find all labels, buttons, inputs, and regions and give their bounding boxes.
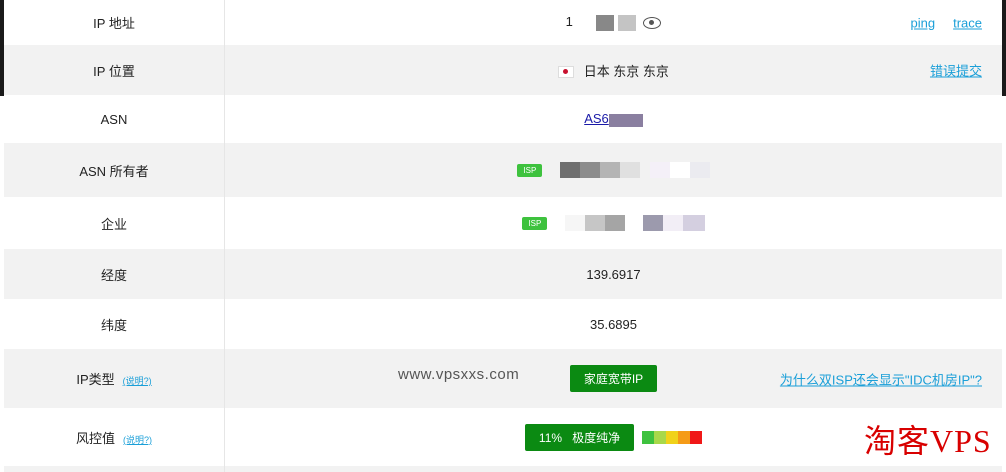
- redacted-block: [596, 14, 615, 31]
- isp-tag: ISP: [522, 216, 548, 230]
- row-asn-owner: ASN 所有者 ISP: [4, 143, 1002, 197]
- redacted-block: [584, 215, 605, 232]
- redacted-block: [642, 215, 663, 232]
- redacted-block: [689, 162, 710, 179]
- redacted-block: [579, 162, 600, 179]
- trace-link[interactable]: trace: [953, 15, 982, 30]
- ip-type-help-link[interactable]: (说明?): [123, 376, 152, 386]
- ip-type-cell: 家庭宽带IP 为什么双ISP还会显示"IDC机房IP"?: [225, 349, 1003, 408]
- row-ip-address: IP 地址 1 ping trace: [4, 0, 1002, 45]
- risk-bar-segment: [666, 430, 679, 444]
- risk-score: 11% 极度纯净: [524, 423, 703, 451]
- risk-bar-segment: [642, 430, 655, 444]
- company-cell: ISP: [225, 197, 1003, 249]
- ip-address-label: IP 地址: [4, 0, 225, 45]
- ip-type-badge: 家庭宽带IP: [569, 365, 658, 392]
- redacted-block: [669, 162, 690, 179]
- redacted-block: [608, 113, 643, 127]
- ip-address-value: 1: [565, 14, 573, 30]
- longitude-value: 139.6917: [586, 266, 641, 282]
- report-error-link[interactable]: 错误提交: [930, 61, 982, 80]
- redacted-block: [576, 15, 592, 31]
- row-risk-score: 风控值 (说明?) 11% 极度纯净: [4, 408, 1002, 466]
- japan-flag-icon: [558, 66, 575, 79]
- redacted-block: [619, 162, 640, 179]
- risk-help-link[interactable]: (说明?): [123, 435, 152, 445]
- ip-info-table: IP 地址 1 ping trace IP 位置 日本 东京 东京 错误提交 A…: [4, 0, 1002, 472]
- risk-badge: 11% 极度纯净: [524, 423, 635, 451]
- brand-logo: 淘客VPS: [864, 423, 992, 459]
- redacted-block: [617, 14, 636, 31]
- row-next: [4, 466, 1002, 472]
- latitude-label: 纬度: [4, 299, 225, 349]
- risk-bar-segment: [690, 430, 703, 444]
- ping-link[interactable]: ping: [911, 15, 936, 30]
- watermark-text: www.vpsxxs.com: [398, 366, 520, 383]
- asn-cell: AS6: [225, 95, 1003, 143]
- why-dual-isp-link[interactable]: 为什么双ISP还会显示"IDC机房IP"?: [780, 369, 982, 388]
- redacted-block: [559, 162, 580, 179]
- latitude-value: 35.6895: [590, 316, 637, 332]
- row-company: 企业 ISP: [4, 197, 1002, 249]
- risk-level: 极度纯净: [572, 430, 621, 445]
- redacted-block: [682, 215, 705, 232]
- ip-info-panel: IP 地址 1 ping trace IP 位置 日本 东京 东京 错误提交 A…: [0, 0, 1006, 472]
- right-edge: [1002, 0, 1006, 96]
- ip-location-cell: 日本 东京 东京 错误提交: [225, 45, 1003, 95]
- ip-address-cell: 1 ping trace: [225, 0, 1003, 45]
- row-longitude: 经度 139.6917: [4, 249, 1002, 299]
- asn-link[interactable]: AS6: [584, 111, 609, 126]
- redacted-block: [564, 215, 585, 232]
- risk-label: 风控值: [75, 430, 115, 446]
- risk-label-cell: 风控值 (说明?): [4, 408, 225, 466]
- ip-location-value: 日本 东京 东京: [583, 63, 669, 79]
- redacted-block: [662, 215, 683, 232]
- eye-icon[interactable]: [643, 16, 662, 29]
- ip-type-label-cell: IP类型 (说明?): [4, 349, 225, 408]
- row-asn: ASN AS6: [4, 95, 1002, 143]
- longitude-label: 经度: [4, 249, 225, 299]
- risk-percent: 11%: [538, 430, 563, 445]
- redacted-block: [599, 162, 620, 179]
- ip-location-label: IP 位置: [4, 45, 225, 95]
- risk-bar: [642, 430, 703, 444]
- row-ip-location: IP 位置 日本 东京 东京 错误提交: [4, 45, 1002, 95]
- isp-tag: ISP: [517, 163, 543, 177]
- ip-type-label: IP类型: [76, 372, 115, 387]
- asn-owner-cell: ISP: [225, 143, 1003, 197]
- risk-bar-segment: [678, 430, 691, 444]
- company-label: 企业: [4, 197, 225, 249]
- risk-bar-segment: [654, 430, 667, 444]
- asn-owner-label: ASN 所有者: [4, 143, 225, 197]
- asn-label: ASN: [4, 95, 225, 143]
- redacted-block: [604, 215, 625, 232]
- row-latitude: 纬度 35.6895: [4, 299, 1002, 349]
- redacted-block: [649, 162, 670, 179]
